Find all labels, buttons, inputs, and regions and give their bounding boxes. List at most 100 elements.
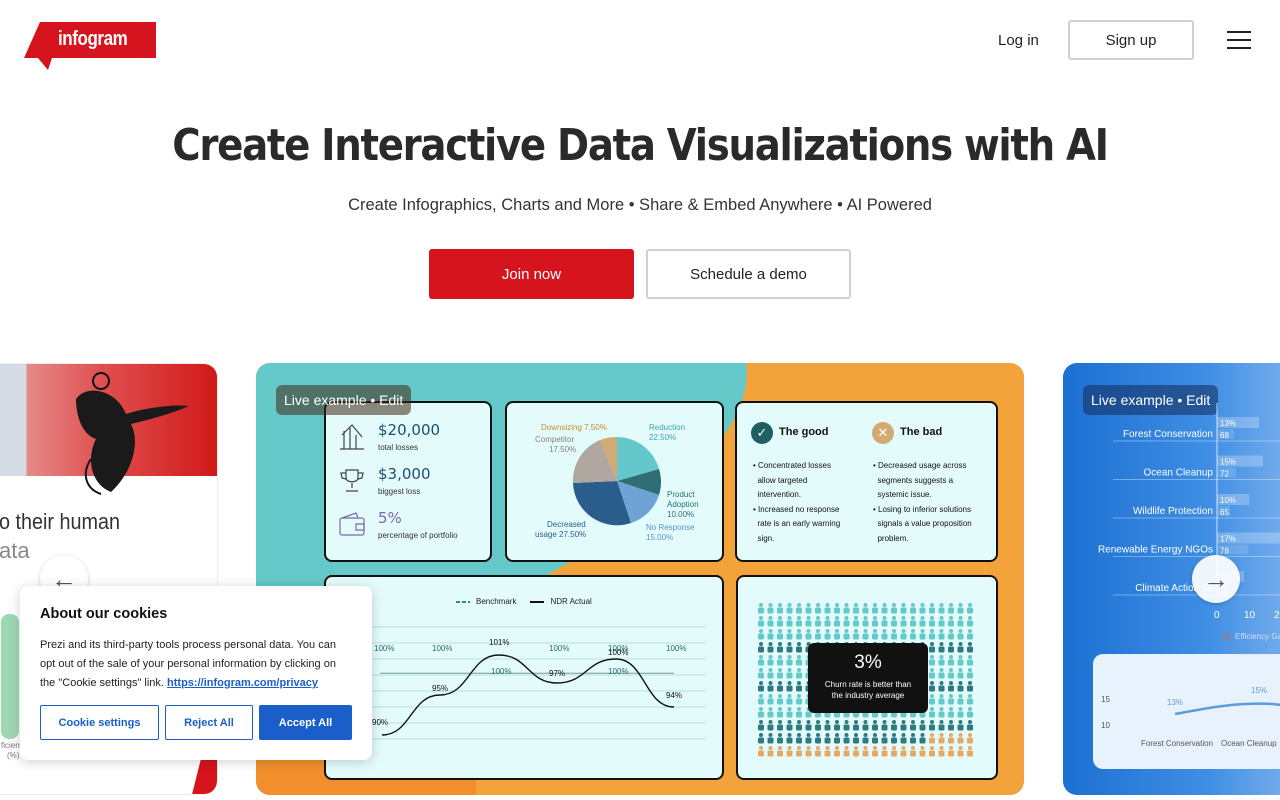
person-icon (900, 616, 907, 627)
person-icon (967, 603, 973, 614)
actual-label: 94% (666, 691, 682, 700)
person-icon (758, 720, 764, 731)
person-icon (786, 642, 793, 653)
person-icon (862, 720, 869, 731)
person-icon (929, 629, 935, 640)
person-icon (767, 668, 774, 679)
person-icon (758, 707, 764, 718)
person-icon (805, 746, 812, 757)
person-icon (786, 681, 793, 692)
bar-pct-label: 17% (1220, 535, 1236, 544)
person-icon (786, 629, 793, 640)
infogram-logo[interactable]: infogram (24, 22, 156, 72)
person-icon (758, 681, 764, 692)
person-icon (967, 616, 973, 627)
person-icon (767, 629, 774, 640)
accept-all-button[interactable]: Accept All (259, 705, 352, 740)
person-icon (853, 629, 859, 640)
person-icon (929, 642, 935, 653)
stat-value-3: 5% (378, 509, 402, 527)
person-icon (796, 616, 802, 627)
person-icon (938, 694, 945, 705)
privacy-link[interactable]: https://infogram.com/privacy (167, 677, 318, 689)
person-icon (967, 720, 973, 731)
person-icon (957, 668, 964, 679)
person-icon (767, 642, 774, 653)
person-icon (929, 616, 935, 627)
cookie-title: About our cookies (40, 606, 168, 622)
carousel-card-right[interactable]: Live example • Edit Forest Conservation 1… (1063, 363, 1280, 795)
person-icon (900, 720, 907, 731)
person-icon (929, 720, 935, 731)
person-icon (853, 603, 859, 614)
wallet-icon (339, 512, 365, 536)
person-icon (881, 733, 888, 744)
person-icon (967, 707, 973, 718)
carousel-next-button[interactable]: → (1192, 555, 1240, 603)
pie-chart-panel: Downsizing 7.50% Competitor 17.50% Reduc… (505, 401, 724, 562)
person-icon (786, 746, 793, 757)
left-card-green-bar (1, 614, 19, 739)
person-icon (919, 733, 926, 744)
person-icon (767, 733, 774, 744)
person-icon (786, 603, 793, 614)
person-icon (919, 616, 926, 627)
person-icon (767, 681, 774, 692)
cookie-settings-button[interactable]: Cookie settings (40, 705, 159, 740)
person-icon (767, 746, 774, 757)
person-icon (815, 720, 821, 731)
benchmark-label: 100% (491, 667, 511, 676)
bad-item-2: • Losing to inferior solutions signals a… (873, 504, 972, 543)
person-icon (957, 655, 964, 666)
person-icon (862, 603, 869, 614)
person-icon (967, 694, 973, 705)
person-icon (872, 629, 878, 640)
person-icon (815, 629, 821, 640)
person-icon (758, 694, 764, 705)
hamburger-menu-icon[interactable] (1224, 28, 1254, 52)
bar-category-label: Wildlife Protection (1133, 506, 1213, 517)
person-icon (843, 629, 850, 640)
illustration-figure-icon (76, 372, 189, 495)
person-icon (957, 720, 964, 731)
schedule-demo-button[interactable]: Schedule a demo (646, 249, 851, 299)
join-now-button[interactable]: Join now (429, 249, 634, 299)
bar-category-label: Renewable Energy NGOs (1098, 545, 1213, 556)
right-bottom-chart: 15 10 13% 15% Forest Conservation Ocean … (1093, 654, 1280, 769)
signup-button[interactable]: Sign up (1068, 20, 1194, 60)
person-icon (843, 746, 850, 757)
person-icon (834, 720, 840, 731)
person-icon (843, 720, 850, 731)
person-icon (834, 616, 840, 627)
person-icon (815, 733, 821, 744)
person-icon (853, 720, 859, 731)
good-list: • Concentrated losses allow targeted int… (753, 459, 868, 546)
bottom-label-13: 13% (1167, 698, 1184, 707)
person-icon (834, 603, 840, 614)
person-icon (758, 668, 764, 679)
login-link[interactable]: Log in (990, 30, 1047, 51)
live-example-tag[interactable]: Live example • Edit (276, 385, 412, 415)
benchmark-label: 100% (608, 667, 628, 676)
person-icon (767, 694, 774, 705)
person-icon (957, 616, 964, 627)
arrow-right-icon: → (1203, 563, 1229, 594)
bad-item-1: • Decreased usage across segments sugges… (873, 461, 967, 499)
person-icon (834, 733, 840, 744)
person-icon (777, 694, 783, 705)
reject-all-button[interactable]: Reject All (165, 705, 253, 740)
person-icon (777, 746, 783, 757)
right-legend-label: Efficiency Ga (1235, 632, 1280, 641)
person-icon (767, 720, 774, 731)
person-icon (929, 655, 935, 666)
good-item-1: • Concentrated losses allow targeted int… (753, 461, 831, 499)
person-icon (938, 642, 945, 653)
person-icon (948, 694, 954, 705)
person-icon (891, 629, 897, 640)
person-icon (758, 616, 764, 627)
horizontal-bar-chart: Forest Conservation 13% 68 Ocean Cleanup 15%… (1098, 403, 1280, 621)
stats-panel: $20,000 total losses $3,000 biggest loss… (324, 401, 492, 562)
person-icon (919, 603, 926, 614)
person-icon (872, 746, 878, 757)
person-icon (948, 616, 954, 627)
